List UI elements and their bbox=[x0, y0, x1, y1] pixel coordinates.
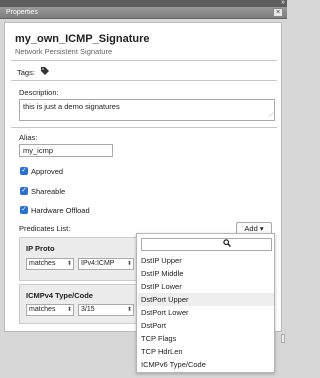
approved-label: Approved bbox=[31, 167, 64, 176]
predicate-title: IP Proto bbox=[26, 244, 55, 253]
approved-checkbox[interactable]: ✓ bbox=[20, 167, 28, 175]
chevron-down-icon: ⬍ bbox=[66, 307, 72, 313]
dropdown-option[interactable]: DstPort Lower bbox=[138, 306, 274, 319]
description-label: Description: bbox=[19, 88, 59, 97]
top-strip: » bbox=[0, 0, 287, 7]
value-value: 3/15 bbox=[81, 306, 95, 313]
dropdown-option[interactable]: DstIP Upper bbox=[138, 254, 274, 267]
divider bbox=[11, 80, 277, 81]
alias-label: Alias: bbox=[19, 133, 38, 142]
add-button-label: Add bbox=[244, 224, 258, 233]
chevron-down-icon: ⬍ bbox=[66, 261, 72, 267]
predicate-icmpv4-type-code: ICMPv4 Type/Code matches ⬍ 3/15 ⬍ bbox=[19, 284, 147, 324]
operator-value: matches bbox=[29, 260, 56, 267]
shareable-label: Shareable bbox=[31, 187, 66, 196]
description-field[interactable]: this is just a demo signatures ⟋ bbox=[19, 99, 275, 121]
dropdown-option[interactable]: DstPort bbox=[138, 319, 274, 332]
tags-label: Tags: bbox=[17, 68, 35, 77]
hardware-offload-label: Hardware Offload bbox=[31, 206, 90, 215]
window-title-bar: Properties × bbox=[0, 7, 287, 19]
dropdown-search-input[interactable] bbox=[141, 238, 272, 251]
alias-field[interactable]: my_icmp bbox=[19, 144, 113, 157]
shareable-checkbox[interactable]: ✓ bbox=[20, 187, 28, 195]
window-title: Properties bbox=[6, 9, 38, 16]
chevron-down-icon: ▾ bbox=[259, 224, 264, 233]
value-value: IPv4:ICMP bbox=[81, 260, 115, 267]
signature-name: my_own_ICMP_Signature bbox=[15, 33, 150, 45]
tag-icon[interactable] bbox=[41, 67, 50, 77]
operator-select[interactable]: matches ⬍ bbox=[26, 258, 74, 270]
description-value: this is just a demo signatures bbox=[23, 102, 120, 111]
signature-type: Network Persistent Signature bbox=[15, 47, 113, 56]
divider bbox=[11, 127, 277, 128]
chevron-down-icon: ⬍ bbox=[126, 261, 132, 267]
predicate-dropdown-menu: DstIP Upper DstIP Middle DstIP Lower Dst… bbox=[136, 233, 275, 373]
expand-icon[interactable]: » bbox=[281, 0, 285, 7]
predicate-title: ICMPv4 Type/Code bbox=[26, 291, 93, 300]
close-icon[interactable]: × bbox=[273, 8, 283, 17]
dropdown-option[interactable]: DstIP Middle bbox=[138, 267, 274, 280]
operator-select[interactable]: matches ⬍ bbox=[26, 304, 74, 316]
divider bbox=[11, 60, 277, 61]
value-select[interactable]: IPv4:ICMP ⬍ bbox=[78, 258, 134, 270]
hardware-offload-checkbox[interactable]: ✓ bbox=[20, 206, 28, 214]
chevron-down-icon: ⬍ bbox=[126, 307, 132, 313]
operator-value: matches bbox=[29, 306, 56, 313]
predicate-ip-proto: IP Proto matches ⬍ IPv4:ICMP ⬍ bbox=[19, 237, 147, 281]
search-icon[interactable] bbox=[223, 239, 231, 249]
dropdown-option[interactable]: TCP HdrLen bbox=[138, 345, 274, 358]
dropdown-option[interactable]: DstIP Lower bbox=[138, 280, 274, 293]
value-select[interactable]: 3/15 ⬍ bbox=[78, 304, 134, 316]
dropdown-option-highlighted[interactable]: DstPort Upper bbox=[138, 293, 274, 306]
predicates-list-label: Predicates List: bbox=[19, 224, 71, 233]
resize-grip-icon[interactable]: ⟋ bbox=[269, 113, 273, 119]
panel-scroll-handle[interactable] bbox=[281, 334, 285, 343]
dropdown-option[interactable]: ICMPv6 Type/Code bbox=[138, 358, 274, 371]
dropdown-option[interactable]: TCP Flags bbox=[138, 332, 274, 345]
